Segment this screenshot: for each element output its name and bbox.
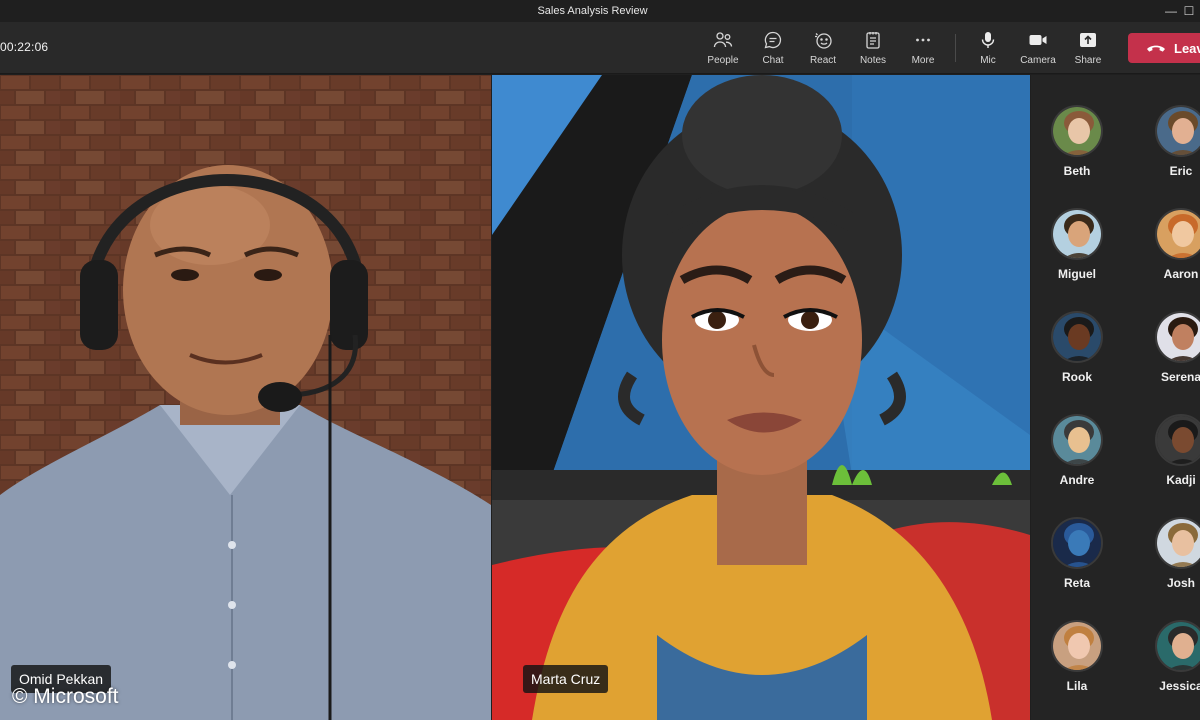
hang-up-icon — [1147, 45, 1165, 52]
maximize-icon[interactable]: ☐ — [1181, 3, 1197, 19]
participant-name: Jessica — [1159, 679, 1200, 693]
avatar — [1155, 620, 1200, 672]
avatar — [1051, 517, 1103, 569]
avatar — [1051, 311, 1103, 363]
meeting-toolbar: 00:22:06 People Chat React Notes More Mi… — [0, 22, 1200, 74]
participant-name: Lila — [1066, 679, 1088, 693]
notes-label: Notes — [859, 55, 887, 66]
chat-icon — [764, 31, 782, 49]
participant-rook[interactable]: Rook — [1032, 311, 1122, 395]
participant-name: Miguel — [1058, 267, 1096, 281]
participant-name: Rook — [1062, 370, 1092, 384]
title-bar: Sales Analysis Review — ☐ — [0, 0, 1200, 22]
share-button[interactable]: Share — [1066, 30, 1110, 68]
participant-aaron[interactable]: Aaron — [1136, 208, 1200, 292]
toolbar-divider — [955, 34, 956, 62]
react-button[interactable]: React — [801, 30, 845, 68]
react-label: React — [809, 55, 837, 66]
people-label: People — [707, 55, 739, 66]
camera-icon — [1029, 35, 1047, 45]
participant-eric[interactable]: Eric — [1136, 105, 1200, 189]
avatar — [1051, 208, 1103, 260]
more-icon — [916, 38, 930, 42]
participant-name: Eric — [1169, 164, 1193, 178]
camera-label: Camera — [1020, 55, 1056, 66]
more-button[interactable]: More — [901, 30, 945, 68]
microphone-icon — [981, 32, 995, 48]
call-timer: 00:22:06 — [0, 40, 49, 54]
people-button[interactable]: People — [701, 30, 745, 68]
participant-serena[interactable]: Serena — [1136, 311, 1200, 395]
participant-name: Josh — [1166, 576, 1195, 590]
chat-label: Chat — [762, 55, 784, 66]
video-tile-marta[interactable]: Marta Cruz — [492, 75, 1030, 720]
avatar — [1051, 105, 1103, 157]
participant-reta[interactable]: Reta — [1032, 517, 1122, 601]
avatar — [1051, 620, 1103, 672]
react-icon — [815, 33, 832, 49]
participant-name: Aaron — [1163, 267, 1199, 281]
participant-lila[interactable]: Lila — [1032, 620, 1122, 704]
notes-icon — [866, 32, 880, 49]
avatar — [1051, 414, 1103, 466]
participant-name: Kadji — [1166, 473, 1196, 487]
mic-label: Mic — [980, 55, 996, 66]
avatar — [1155, 208, 1200, 260]
minimize-icon[interactable]: — — [1163, 3, 1179, 19]
more-label: More — [911, 55, 935, 66]
avatar — [1155, 105, 1200, 157]
avatar — [1155, 414, 1200, 466]
participant-josh[interactable]: Josh — [1136, 517, 1200, 601]
participant-beth[interactable]: Beth — [1032, 105, 1122, 189]
notes-button[interactable]: Notes — [851, 30, 895, 68]
chat-button[interactable]: Chat — [751, 30, 795, 68]
share-tray-icon — [1080, 33, 1096, 47]
video-tile-omid[interactable]: Omid Pekkan © Microsoft — [0, 75, 491, 720]
participant-name-marta: Marta Cruz — [523, 665, 609, 693]
participant-name: Beth — [1063, 164, 1091, 178]
copyright-watermark: © Microsoft — [12, 685, 119, 708]
share-label: Share — [1074, 55, 1102, 66]
leave-button[interactable]: Leave — [1128, 33, 1200, 63]
participant-video-omid — [0, 75, 491, 720]
participant-name: Reta — [1063, 576, 1090, 590]
window-title: Sales Analysis Review — [537, 5, 648, 17]
participant-gallery: Beth Eric Miguel Aaron Rook Serena Andre Kadji R… — [1031, 75, 1200, 720]
camera-button[interactable]: Camera — [1016, 30, 1060, 68]
participant-andre[interactable]: Andre — [1032, 414, 1122, 498]
participant-avatar-marta — [492, 75, 1030, 720]
avatar — [1155, 517, 1200, 569]
participant-name: Serena — [1160, 370, 1200, 384]
avatar — [1155, 311, 1200, 363]
participant-name: Andre — [1059, 473, 1095, 487]
participant-kadji[interactable]: Kadji — [1136, 414, 1200, 498]
people-icon — [713, 32, 733, 48]
participant-miguel[interactable]: Miguel — [1032, 208, 1122, 292]
participant-jessica[interactable]: Jessica — [1136, 620, 1200, 704]
mic-button[interactable]: Mic — [966, 30, 1010, 68]
leave-label: Leave — [1174, 41, 1200, 56]
